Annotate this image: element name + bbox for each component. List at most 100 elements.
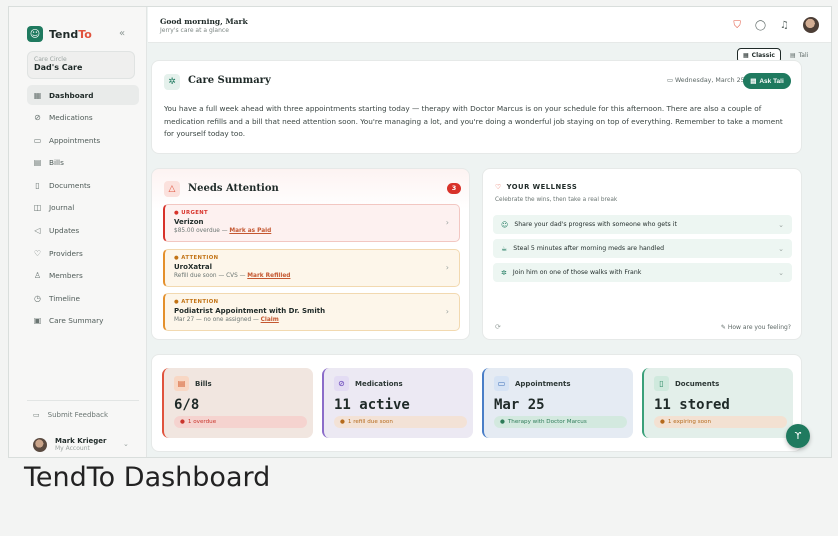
shield-icon[interactable]: ⛉: [733, 20, 741, 31]
wellness-subtitle: Celebrate the wins, then take a real bre…: [495, 197, 618, 203]
message-icon: ▭: [33, 411, 40, 419]
mark-as-paid-link[interactable]: Mark as Paid: [229, 228, 271, 234]
brand-name: TendTo: [49, 27, 92, 41]
care-circle-label: Care Circle: [34, 56, 67, 63]
wellness-card: ♡ YOUR WELLNESS Celebrate the wins, then …: [482, 168, 802, 340]
mark-refilled-link[interactable]: Mark Refilled: [247, 273, 290, 279]
chevron-down-icon: ⌄: [778, 268, 784, 277]
appointments-stat-card[interactable]: ▭ Appointments Mar 25 ● Therapy with Docto…: [482, 368, 633, 438]
user-account-label: My Account: [55, 445, 90, 452]
care-summary-text: You have a full week ahead with three ap…: [164, 104, 783, 138]
refresh-icon[interactable]: ⟳: [495, 323, 501, 331]
chevron-right-icon: ›: [445, 307, 449, 316]
claim-link[interactable]: Claim: [261, 317, 279, 323]
attention-item[interactable]: ● ATTENTION UroXatral Refill due soon — …: [163, 249, 460, 287]
receipt-icon: ▤: [33, 158, 42, 168]
chevron-down-icon: ⌄: [123, 440, 129, 448]
attention-tag: ● URGENT: [174, 210, 209, 216]
grid-icon: ▦: [743, 52, 749, 59]
sidebar-item-updates[interactable]: ◁ Updates: [27, 221, 139, 241]
sidebar-item-providers[interactable]: ♡ Providers: [27, 243, 139, 263]
users-icon: ♙: [33, 271, 42, 281]
medications-value: 11 active: [334, 397, 410, 413]
grid-icon: ▦: [33, 90, 42, 100]
tali-chat-button[interactable]: ϒ: [786, 424, 810, 448]
tendto-logo-icon: ☺: [27, 26, 43, 42]
header-avatar[interactable]: [803, 17, 819, 33]
sidebar-item-timeline[interactable]: ◷ Timeline: [27, 288, 139, 308]
clock-icon: ◷: [34, 293, 41, 303]
appointments-value: Mar 25: [494, 397, 545, 413]
wellness-item[interactable]: ✲ Join him on one of those walks with Fra…: [493, 263, 792, 282]
chevron-down-icon: ⌄: [778, 244, 784, 253]
wellness-title: YOUR WELLNESS: [506, 183, 578, 191]
bell-icon[interactable]: ♫: [780, 20, 789, 31]
megaphone-icon: ◁: [34, 226, 41, 236]
sidebar-item-medications[interactable]: ⊘ Medications: [27, 108, 139, 128]
smile-icon: ☺: [501, 220, 509, 229]
calendar-icon: ▭: [33, 135, 42, 145]
attention-tag: ● ATTENTION: [174, 255, 219, 261]
documents-value: 11 stored: [654, 397, 730, 413]
sparkle-icon: ✲: [164, 74, 180, 90]
attention-item[interactable]: ● URGENT Verizon $85.00 overdue — Mark a…: [163, 204, 460, 242]
wellness-item[interactable]: ☕ Steal 5 minutes after morning meds are …: [493, 239, 792, 258]
submit-feedback-button[interactable]: ▭ Submit Feedback: [33, 411, 108, 419]
receipt-icon: ▤: [174, 376, 189, 391]
stethoscope-icon: ♡: [33, 248, 42, 258]
book-icon: ◫: [33, 203, 42, 213]
bills-stat-card[interactable]: ▤ Bills 6/8 ● 1 overdue: [162, 368, 313, 438]
sidebar-item-appointments[interactable]: ▭ Appointments: [27, 130, 139, 150]
chevron-right-icon: ›: [445, 263, 449, 272]
file-icon: ▯: [35, 180, 40, 190]
care-circle-selector[interactable]: Care Circle Dad's Care: [27, 51, 135, 79]
attention-name: UroXatral: [174, 263, 212, 271]
summary-date: ▭ Wednesday, March 25: [667, 77, 745, 84]
collapse-sidebar-icon[interactable]: «: [119, 28, 125, 39]
how-are-you-feeling-link[interactable]: ✎ How are you feeling?: [721, 324, 791, 331]
clipboard-icon: ▣: [33, 316, 42, 326]
sidebar-nav: ▦ Dashboard ⊘ Medications ▭ Appointments ▤ B…: [27, 85, 139, 334]
sidebar-item-dashboard[interactable]: ▦ Dashboard: [27, 85, 139, 105]
account-menu[interactable]: Mark Krieger My Account ⌄: [33, 437, 129, 452]
status-badge: ● 1 refill due soon: [334, 416, 467, 428]
ask-tali-button[interactable]: ▤ Ask Tali: [743, 73, 791, 89]
sidebar-item-care-summary[interactable]: ▣ Care Summary: [27, 311, 139, 331]
chevron-down-icon: ⌄: [778, 220, 784, 229]
top-header: Good morning, Mark Jerry's care at a gla…: [148, 7, 831, 43]
attention-item[interactable]: ● ATTENTION Podiatrist Appointment with …: [163, 293, 460, 331]
attention-name: Podiatrist Appointment with Dr. Smith: [174, 307, 326, 315]
chevron-right-icon: ›: [445, 218, 449, 227]
sparkle-icon: ✲: [501, 268, 507, 277]
wellness-item[interactable]: ☺ Share your dad's progress with someone …: [493, 215, 792, 234]
documents-stat-card[interactable]: ▯ Documents 11 stored ● 1 expiring soon: [642, 368, 793, 438]
page-caption: TendTo Dashboard: [24, 462, 271, 493]
status-badge: ● Therapy with Doctor Marcus: [494, 416, 627, 428]
care-circle-name: Dad's Care: [34, 63, 83, 72]
chat-icon[interactable]: ◯: [755, 20, 766, 31]
care-summary-title: Care Summary: [188, 75, 271, 86]
medications-stat-card[interactable]: ⊘ Medications 11 active ● 1 refill due soo…: [322, 368, 473, 438]
calendar-icon: ▭: [667, 77, 675, 84]
tali-icon: ϒ: [794, 430, 802, 442]
stats-panel: ▤ Bills 6/8 ● 1 overdue ⊘ Medications 11 ac…: [151, 354, 802, 452]
sidebar-item-journal[interactable]: ◫ Journal: [27, 198, 139, 218]
warning-icon: △: [164, 181, 180, 197]
coffee-icon: ☕: [501, 244, 508, 253]
chat-square-icon: ▤: [789, 52, 796, 59]
pencil-icon: ✎: [720, 324, 728, 331]
user-name: Mark Krieger: [55, 437, 107, 445]
sidebar-item-bills[interactable]: ▤ Bills: [27, 153, 139, 173]
chat-icon: ▤: [750, 78, 757, 85]
avatar: [33, 437, 47, 452]
care-summary-card: ✲ Care Summary ▭ Wednesday, March 25 ▤ As…: [151, 60, 802, 154]
needs-attention-card: △ Needs Attention 3 ● URGENT Verizon $85…: [151, 168, 470, 340]
greeting-title: Good morning, Mark: [160, 17, 248, 26]
pill-icon: ⊘: [334, 376, 349, 391]
bills-value: 6/8: [174, 397, 200, 413]
sidebar-item-documents[interactable]: ▯ Documents: [27, 175, 139, 195]
sidebar-item-members[interactable]: ♙ Members: [27, 266, 139, 286]
calendar-icon: ▭: [494, 376, 509, 391]
brand[interactable]: ☺ TendTo: [27, 26, 92, 42]
status-badge: ● 1 overdue: [174, 416, 307, 428]
